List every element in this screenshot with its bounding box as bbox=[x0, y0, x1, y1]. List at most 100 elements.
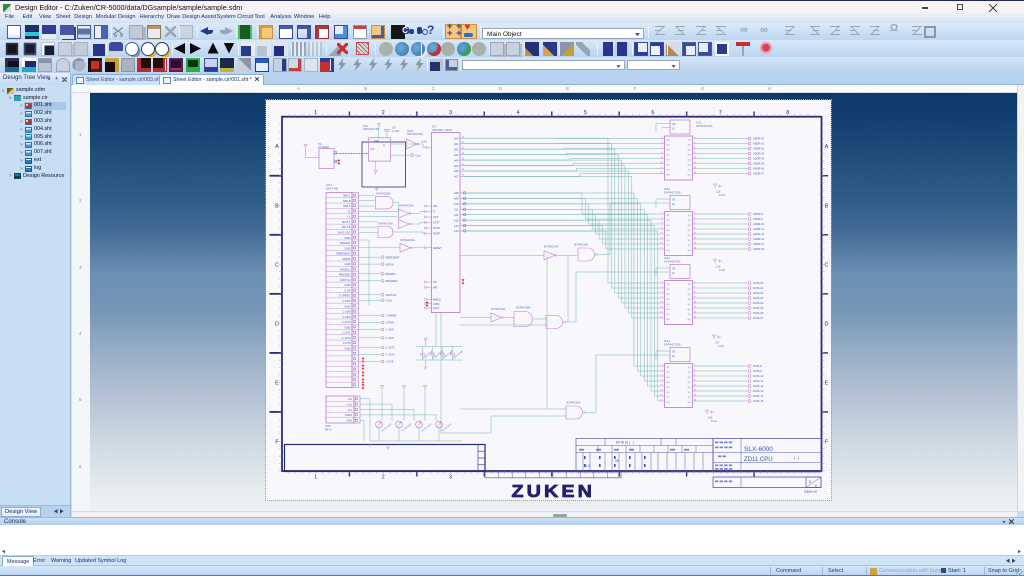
svg-text:DATA-00: DATA-00 bbox=[753, 281, 764, 285]
svg-text:GND: GND bbox=[344, 262, 350, 266]
svg-text:Z80C80-1 0PSC: Z80C80-1 0PSC bbox=[432, 128, 453, 132]
svg-text:7: 7 bbox=[661, 291, 662, 293]
svg-text:Q: Q bbox=[383, 144, 385, 147]
svg-text:B: B bbox=[824, 203, 828, 209]
svg-text:TR 2SC1815: TR 2SC1815 bbox=[381, 422, 393, 432]
svg-text:E: E bbox=[275, 380, 279, 386]
svg-text:DATA-03: DATA-03 bbox=[753, 296, 764, 300]
svg-text:ADDR-07: ADDR-07 bbox=[753, 171, 765, 175]
svg-text:5D: 5D bbox=[666, 234, 669, 236]
svg-text:OE: OE bbox=[672, 124, 676, 126]
svg-text:RESET: RESET bbox=[433, 245, 442, 249]
svg-text:ADDR-00: ADDR-00 bbox=[753, 136, 765, 140]
svg-text:2: 2 bbox=[694, 364, 695, 366]
svg-text:A09: A09 bbox=[453, 196, 458, 200]
svg-text:5Q: 5Q bbox=[687, 386, 690, 388]
svg-text:5Q: 5Q bbox=[687, 303, 690, 305]
svg-text:Y1: Y1 bbox=[347, 209, 351, 213]
svg-text:SN74HC373N: SN74HC373N bbox=[664, 342, 681, 346]
svg-text:17: 17 bbox=[660, 316, 662, 318]
svg-text:3: 3 bbox=[661, 212, 662, 214]
svg-text:10: 10 bbox=[694, 384, 696, 386]
svg-text:ADDR-10: ADDR-10 bbox=[753, 222, 765, 226]
svg-text:7D: 7D bbox=[666, 396, 669, 398]
svg-text:LE: LE bbox=[672, 273, 675, 275]
svg-text:DATA-04: DATA-04 bbox=[753, 301, 764, 305]
svg-text:GND: GND bbox=[344, 283, 350, 287]
svg-text:TR 2SC1815: TR 2SC1815 bbox=[421, 422, 433, 432]
svg-text:SN74HC08A: SN74HC08A bbox=[376, 191, 391, 195]
svg-text:6D: 6D bbox=[666, 239, 669, 241]
svg-text:8D: 8D bbox=[666, 318, 669, 320]
svg-text:C-1671: C-1671 bbox=[385, 345, 394, 349]
svg-text:DATA-12: DATA-12 bbox=[753, 384, 764, 388]
svg-text:6: 6 bbox=[694, 374, 695, 376]
svg-text:2D: 2D bbox=[666, 219, 669, 221]
svg-text:ADDR-06: ADDR-06 bbox=[753, 166, 765, 170]
svg-text:A03: A03 bbox=[453, 152, 458, 156]
svg-text:3Q: 3Q bbox=[687, 293, 690, 295]
svg-text:3Q: 3Q bbox=[687, 149, 690, 151]
svg-text:A08: A08 bbox=[453, 191, 458, 195]
svg-text:D: D bbox=[824, 321, 828, 327]
svg-text:C-16/5: C-16/5 bbox=[385, 336, 394, 340]
svg-text:DATA-11: DATA-11 bbox=[753, 379, 764, 383]
svg-text:A01: A01 bbox=[453, 141, 458, 145]
svg-text:ADDR-13: ADDR-13 bbox=[753, 237, 765, 241]
svg-text:4Q: 4Q bbox=[687, 298, 690, 300]
svg-text:PBRESEAT: PBRESEAT bbox=[336, 251, 350, 255]
svg-text:ZUKEN: ZUKEN bbox=[511, 481, 595, 500]
svg-text:3: 3 bbox=[661, 281, 662, 283]
svg-text:C-16/5: C-16/5 bbox=[342, 314, 351, 318]
svg-text:PRE: PRE bbox=[374, 139, 380, 143]
svg-text:100/TCH: 100/TCH bbox=[385, 292, 396, 296]
svg-text:SN74HC373N: SN74HC373N bbox=[664, 259, 681, 263]
svg-text:1: 1 bbox=[314, 474, 317, 480]
svg-text:A12: A12 bbox=[453, 212, 458, 216]
svg-text:4Q: 4Q bbox=[687, 381, 690, 383]
svg-text:8Q: 8Q bbox=[687, 249, 690, 251]
svg-text:B: B bbox=[275, 203, 279, 209]
svg-text:16: 16 bbox=[694, 247, 696, 249]
svg-text:16: 16 bbox=[694, 399, 696, 401]
svg-text:DATA-15: DATA-15 bbox=[753, 399, 764, 403]
svg-text:SN74HC00A: SN74HC00A bbox=[378, 221, 393, 225]
svg-text:1: 1 bbox=[808, 479, 811, 484]
svg-text:3: 3 bbox=[661, 364, 662, 366]
svg-text:6: 6 bbox=[694, 147, 695, 149]
svg-text:5: 5 bbox=[661, 217, 662, 219]
svg-text:8D: 8D bbox=[666, 174, 669, 176]
svg-text:LE: LE bbox=[672, 128, 675, 130]
svg-text:WR: WR bbox=[433, 285, 437, 289]
svg-text:BAIT-1: BAIT-1 bbox=[342, 219, 351, 223]
svg-text:C-WREG: C-WREG bbox=[339, 293, 350, 297]
svg-text:DATA-01: DATA-01 bbox=[753, 286, 764, 290]
svg-text:D: D bbox=[275, 321, 279, 327]
svg-text:8: 8 bbox=[694, 152, 695, 154]
svg-text:8: 8 bbox=[694, 227, 695, 229]
svg-text:IC11: IC11 bbox=[696, 120, 702, 124]
svg-text:4D: 4D bbox=[666, 298, 669, 300]
svg-text:9: 9 bbox=[661, 152, 662, 154]
svg-text:C-1670: C-1670 bbox=[341, 335, 350, 339]
svg-text:1: 1 bbox=[314, 110, 317, 116]
svg-text:1Q: 1Q bbox=[687, 139, 690, 141]
svg-text:9: 9 bbox=[661, 296, 662, 298]
svg-text:RWADED: RWADED bbox=[385, 279, 397, 283]
svg-text:3: 3 bbox=[449, 474, 452, 480]
svg-text:A: A bbox=[275, 144, 279, 150]
svg-text:ADDR-05: ADDR-05 bbox=[753, 161, 765, 165]
svg-text:RWADLI: RWADLI bbox=[385, 272, 396, 276]
svg-text:6: 6 bbox=[815, 483, 817, 487]
svg-text:5D: 5D bbox=[666, 303, 669, 305]
svg-text:5Q: 5Q bbox=[687, 234, 690, 236]
svg-text:MREQ: MREQ bbox=[433, 297, 441, 301]
svg-text:TI: TI bbox=[433, 209, 436, 213]
svg-text:17: 17 bbox=[660, 399, 662, 401]
svg-text:16: 16 bbox=[694, 172, 696, 174]
svg-text:8Q: 8Q bbox=[687, 401, 690, 403]
svg-text:RD: RD bbox=[433, 280, 437, 284]
svg-text:ADDR-12: ADDR-12 bbox=[753, 232, 765, 236]
svg-text:LE: LE bbox=[672, 204, 675, 206]
svg-text:NMI-B: NMI-B bbox=[342, 198, 350, 202]
